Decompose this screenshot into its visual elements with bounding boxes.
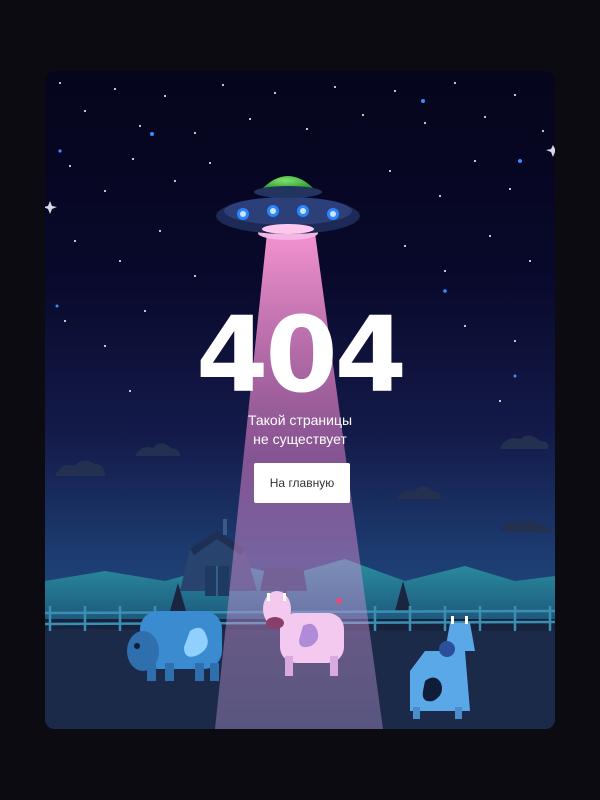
error-message-line-1: Такой страницы <box>247 412 353 428</box>
error-card: 404 Такой страницы не существует На глав… <box>45 71 555 729</box>
error-message: Такой страницы не существует <box>45 411 555 449</box>
ufo <box>216 176 360 240</box>
error-message-line-2: не существует <box>253 431 347 447</box>
home-button[interactable]: На главную <box>254 463 350 503</box>
error-code: 404 <box>195 294 407 416</box>
